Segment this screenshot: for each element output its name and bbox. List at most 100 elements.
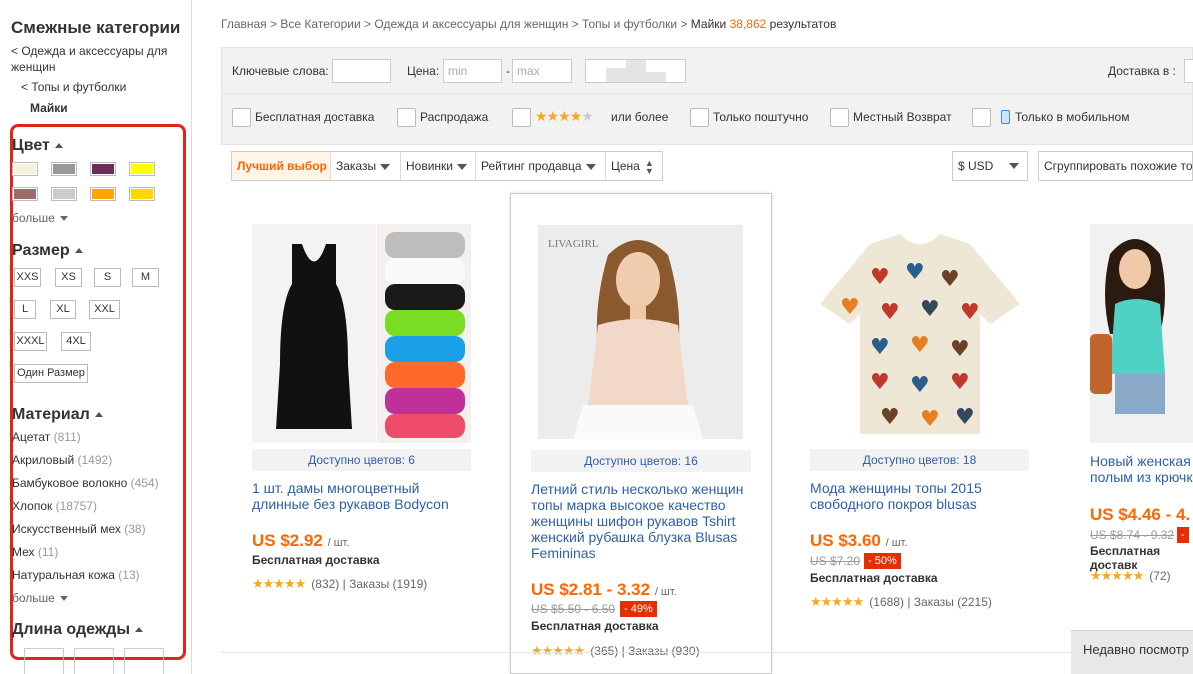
size-option[interactable]: S	[94, 268, 121, 287]
sort-seller-rating[interactable]: Рейтинг продавца	[476, 152, 606, 180]
rating-checkbox[interactable]	[512, 108, 531, 127]
collapse-icon	[54, 143, 63, 149]
material-item[interactable]: Натуральная кожа (13)	[12, 568, 140, 582]
color-more-link[interactable]: больше	[12, 211, 68, 225]
breadcrumb-home[interactable]: Главная	[221, 17, 267, 31]
keywords-input[interactable]	[332, 59, 391, 83]
color-swatch[interactable]	[51, 162, 77, 176]
size-option[interactable]: M	[132, 268, 159, 287]
local-return-checkbox[interactable]	[830, 108, 849, 127]
breadcrumb-women[interactable]: Одежда и аксессуары для женщин	[374, 17, 568, 31]
length-option[interactable]	[74, 648, 114, 674]
price-min-input[interactable]: min	[443, 59, 502, 83]
sort-new[interactable]: Новинки	[401, 152, 476, 180]
recently-viewed-tab[interactable]: Недавно посмотр	[1071, 630, 1193, 674]
product-card[interactable]: Новый женская полым из крючк US $4.46 - …	[1077, 193, 1193, 674]
size-option[interactable]: XXS	[14, 268, 41, 287]
svg-text:♥: ♥	[905, 260, 925, 285]
product-card[interactable]: Доступно цветов: 6 1 шт. дамы многоцветн…	[239, 193, 501, 674]
product-price: US $2.81 - 3.32 / шт.	[531, 580, 677, 599]
discount-badge: - 49%	[620, 601, 657, 617]
color-swatch[interactable]	[129, 162, 155, 176]
sort-price[interactable]: Цена ▲ ▼	[606, 152, 662, 180]
size-option[interactable]: XXL	[89, 300, 120, 319]
product-image[interactable]	[252, 224, 471, 443]
material-item[interactable]: Акриловый (1492)	[12, 453, 112, 467]
material-item[interactable]: Бамбуковое волокно (454)	[12, 476, 159, 490]
svg-text:♥: ♥	[920, 407, 940, 432]
mobile-label: Только в мобильном	[1015, 110, 1130, 124]
delivery-label: Доставка в :	[1108, 64, 1176, 78]
product-title[interactable]: Мода женщины топы 2015 свободного покроя…	[810, 480, 1035, 512]
size-option[interactable]: Один Размер	[14, 364, 88, 383]
category-women-link[interactable]: < Одежда и аксессуары для женщин	[11, 43, 186, 75]
local-return-label: Местный Возврат	[853, 110, 952, 124]
sort-orders[interactable]: Заказы	[331, 152, 401, 180]
material-item[interactable]: Искусственный мех (38)	[12, 522, 146, 536]
svg-text:♥: ♥	[910, 333, 930, 358]
size-option[interactable]: XL	[50, 300, 76, 319]
group-similar-select[interactable]: Сгруппировать похожие то	[1038, 151, 1193, 181]
free-shipping-checkbox[interactable]	[232, 108, 251, 127]
breadcrumb-all[interactable]: Все Категории	[280, 17, 360, 31]
category-tops-link[interactable]: < Топы и футболки	[21, 80, 126, 94]
price-max-input[interactable]: max	[512, 59, 572, 83]
svg-text:♥: ♥	[910, 373, 930, 398]
size-option[interactable]: XXXL	[14, 332, 47, 351]
product-title[interactable]: Новый женская полым из крючк	[1090, 453, 1193, 485]
collapse-icon	[94, 412, 103, 418]
caret-down-icon	[1009, 163, 1019, 169]
price-label: Цена:	[407, 64, 440, 78]
material-more-link[interactable]: больше	[12, 591, 68, 605]
size-option[interactable]: XS	[55, 268, 82, 287]
svg-text:♥: ♥	[960, 300, 980, 325]
brand-watermark: LIVAGIRL	[548, 238, 599, 250]
svg-text:♥: ♥	[840, 295, 860, 320]
svg-text:♥: ♥	[870, 335, 890, 360]
size-facet-header[interactable]: Размер	[12, 242, 83, 260]
product-card[interactable]: ♥ ♥ ♥ ♥ ♥ ♥ ♥ ♥ ♥ ♥ ♥ ♥ ♥ ♥ ♥ ♥ Доступно цветов: 18…	[797, 193, 1059, 674]
sort-best-match[interactable]: Лучший выбор	[232, 152, 331, 180]
material-facet-header[interactable]: Материал	[12, 406, 103, 424]
material-item[interactable]: Мех (11)	[12, 545, 58, 559]
size-option[interactable]: L	[14, 300, 36, 319]
product-title[interactable]: 1 шт. дамы многоцветный длинные без рука…	[252, 480, 477, 512]
sale-label: Распродажа	[420, 110, 489, 124]
length-option[interactable]	[24, 648, 64, 674]
breadcrumb-tops[interactable]: Топы и футболки	[582, 17, 677, 31]
color-swatch[interactable]	[90, 187, 116, 201]
piece-checkbox[interactable]	[690, 108, 709, 127]
color-swatch[interactable]	[90, 162, 116, 176]
collapse-icon	[134, 627, 143, 633]
material-item[interactable]: Ацетат (811)	[12, 430, 81, 444]
product-image[interactable]: LIVAGIRL	[538, 225, 743, 439]
discount-badge: - 50%	[864, 553, 901, 569]
more-label: больше	[12, 591, 55, 605]
product-card[interactable]: LIVAGIRL Доступно цветов: 16 Летний стил…	[510, 193, 772, 674]
material-item[interactable]: Хлопок (18757)	[12, 499, 97, 513]
color-swatch[interactable]	[129, 187, 155, 201]
chevron-down-icon	[59, 596, 68, 602]
color-swatch[interactable]	[12, 162, 38, 176]
size-option[interactable]: 4XL	[61, 332, 91, 351]
category-current: Майки	[30, 101, 68, 115]
mobile-checkbox[interactable]	[972, 108, 991, 127]
more-label: больше	[12, 211, 55, 225]
length-option[interactable]	[124, 648, 164, 674]
product-image[interactable]: ♥ ♥ ♥ ♥ ♥ ♥ ♥ ♥ ♥ ♥ ♥ ♥ ♥ ♥ ♥ ♥	[810, 224, 1029, 443]
product-image[interactable]	[1090, 224, 1193, 443]
color-swatch[interactable]	[51, 187, 77, 201]
delivery-select[interactable]	[1184, 59, 1193, 83]
svg-text:♥: ♥	[870, 265, 890, 290]
free-shipping: Бесплатная доставка	[252, 553, 380, 567]
color-swatch[interactable]	[12, 187, 38, 201]
color-facet-title: Цвет	[12, 137, 50, 154]
svg-text:♥: ♥	[920, 297, 940, 322]
length-facet-header[interactable]: Длина одежды	[12, 621, 143, 639]
sale-checkbox[interactable]	[397, 108, 416, 127]
product-rating: ★★★★★ (365) | Заказы (930)	[531, 643, 700, 658]
product-title[interactable]: Летний стиль несколько женщин топы марка…	[531, 481, 756, 561]
currency-select[interactable]: $ USD	[952, 151, 1028, 181]
related-categories-title: Смежные категории	[11, 18, 181, 37]
color-facet-header[interactable]: Цвет	[12, 137, 63, 155]
